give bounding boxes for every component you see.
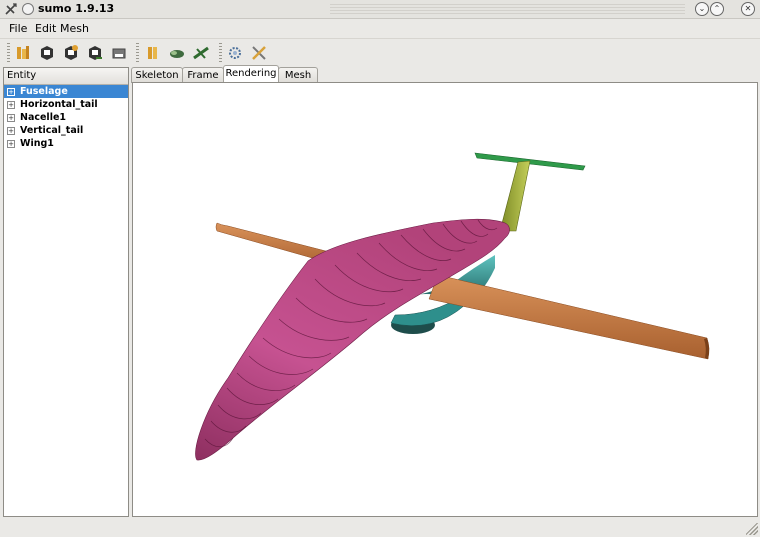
- tree-item-nacelle1[interactable]: + Nacelle1: [4, 111, 128, 124]
- menu-bar: File Edit Mesh: [0, 19, 760, 37]
- open-icon: [17, 46, 29, 59]
- menu-edit[interactable]: Edit: [35, 22, 56, 35]
- tab-mesh[interactable]: Mesh: [278, 67, 318, 83]
- tree-item-label: Wing1: [20, 138, 54, 149]
- open-button[interactable]: [12, 42, 34, 64]
- settings-icon: [229, 47, 241, 59]
- save-button[interactable]: [36, 42, 58, 64]
- tree-item-label: Fuselage: [20, 86, 68, 97]
- minimize-button[interactable]: ⌄: [695, 2, 709, 16]
- expand-icon[interactable]: +: [7, 114, 15, 122]
- expand-icon[interactable]: +: [7, 101, 15, 109]
- nacelle-icon: [170, 50, 184, 58]
- expand-icon[interactable]: +: [7, 127, 15, 135]
- title-bar-grip: [330, 4, 685, 14]
- tree-item-label: Nacelle1: [20, 112, 67, 123]
- new-wing-icon: [193, 46, 209, 60]
- print-icon: [112, 48, 126, 59]
- fuselage[interactable]: [195, 218, 510, 461]
- tree-item-label: Horizontal_tail: [20, 99, 98, 110]
- new-body-button[interactable]: [142, 42, 164, 64]
- tree-item-label: Vertical_tail: [20, 125, 84, 136]
- tree-item-horizontal-tail[interactable]: + Horizontal_tail: [4, 98, 128, 111]
- resize-grip-icon[interactable]: [746, 523, 758, 535]
- toolbar-grip[interactable]: [219, 43, 222, 63]
- print-button[interactable]: [108, 42, 130, 64]
- export-button[interactable]: [84, 42, 106, 64]
- tools-icon: [252, 46, 266, 60]
- expand-icon[interactable]: +: [7, 88, 15, 96]
- aircraft-model[interactable]: [133, 83, 757, 516]
- render-viewport[interactable]: [132, 82, 758, 517]
- window-title: sumo 1.9.13: [38, 2, 115, 15]
- window-menu-icon[interactable]: [22, 3, 34, 15]
- entity-column-header[interactable]: Entity: [4, 68, 128, 85]
- chevron-down-icon: ⌄: [698, 4, 706, 13]
- close-button[interactable]: ✕: [741, 2, 755, 16]
- app-icon[interactable]: [4, 2, 18, 16]
- title-bar: sumo 1.9.13 ⌄ ⌃ ✕: [0, 0, 760, 19]
- tab-skeleton[interactable]: Skeleton: [131, 67, 183, 83]
- tree-item-fuselage[interactable]: + Fuselage: [4, 85, 128, 98]
- menu-file[interactable]: File: [9, 22, 27, 35]
- chevron-up-icon: ⌃: [713, 4, 721, 13]
- tab-frame[interactable]: Frame: [182, 67, 224, 83]
- close-icon: ✕: [744, 4, 752, 13]
- expand-icon[interactable]: +: [7, 140, 15, 148]
- toolbar-grip[interactable]: [136, 43, 139, 63]
- save-as-button[interactable]: [60, 42, 82, 64]
- vertical-tail[interactable]: [499, 160, 531, 232]
- entity-tree-panel: Entity + Fuselage + Horizontal_tail + Na…: [3, 67, 129, 517]
- toolbar-grip[interactable]: [7, 43, 10, 63]
- export-icon: [89, 46, 102, 60]
- tools-button[interactable]: [248, 42, 270, 64]
- toolbar: [0, 38, 760, 67]
- status-bar: [0, 518, 760, 537]
- save-icon: [41, 46, 53, 60]
- new-body-icon: [148, 47, 157, 59]
- nacelle-button[interactable]: [166, 42, 188, 64]
- wing-right[interactable]: [428, 274, 710, 360]
- new-wing-button[interactable]: [190, 42, 212, 64]
- tree-item-vertical-tail[interactable]: + Vertical_tail: [4, 124, 128, 137]
- settings-button[interactable]: [224, 42, 246, 64]
- tree-item-wing1[interactable]: + Wing1: [4, 137, 128, 150]
- save-as-icon: [65, 45, 78, 60]
- maximize-button[interactable]: ⌃: [710, 2, 724, 16]
- menu-mesh[interactable]: Mesh: [60, 22, 89, 35]
